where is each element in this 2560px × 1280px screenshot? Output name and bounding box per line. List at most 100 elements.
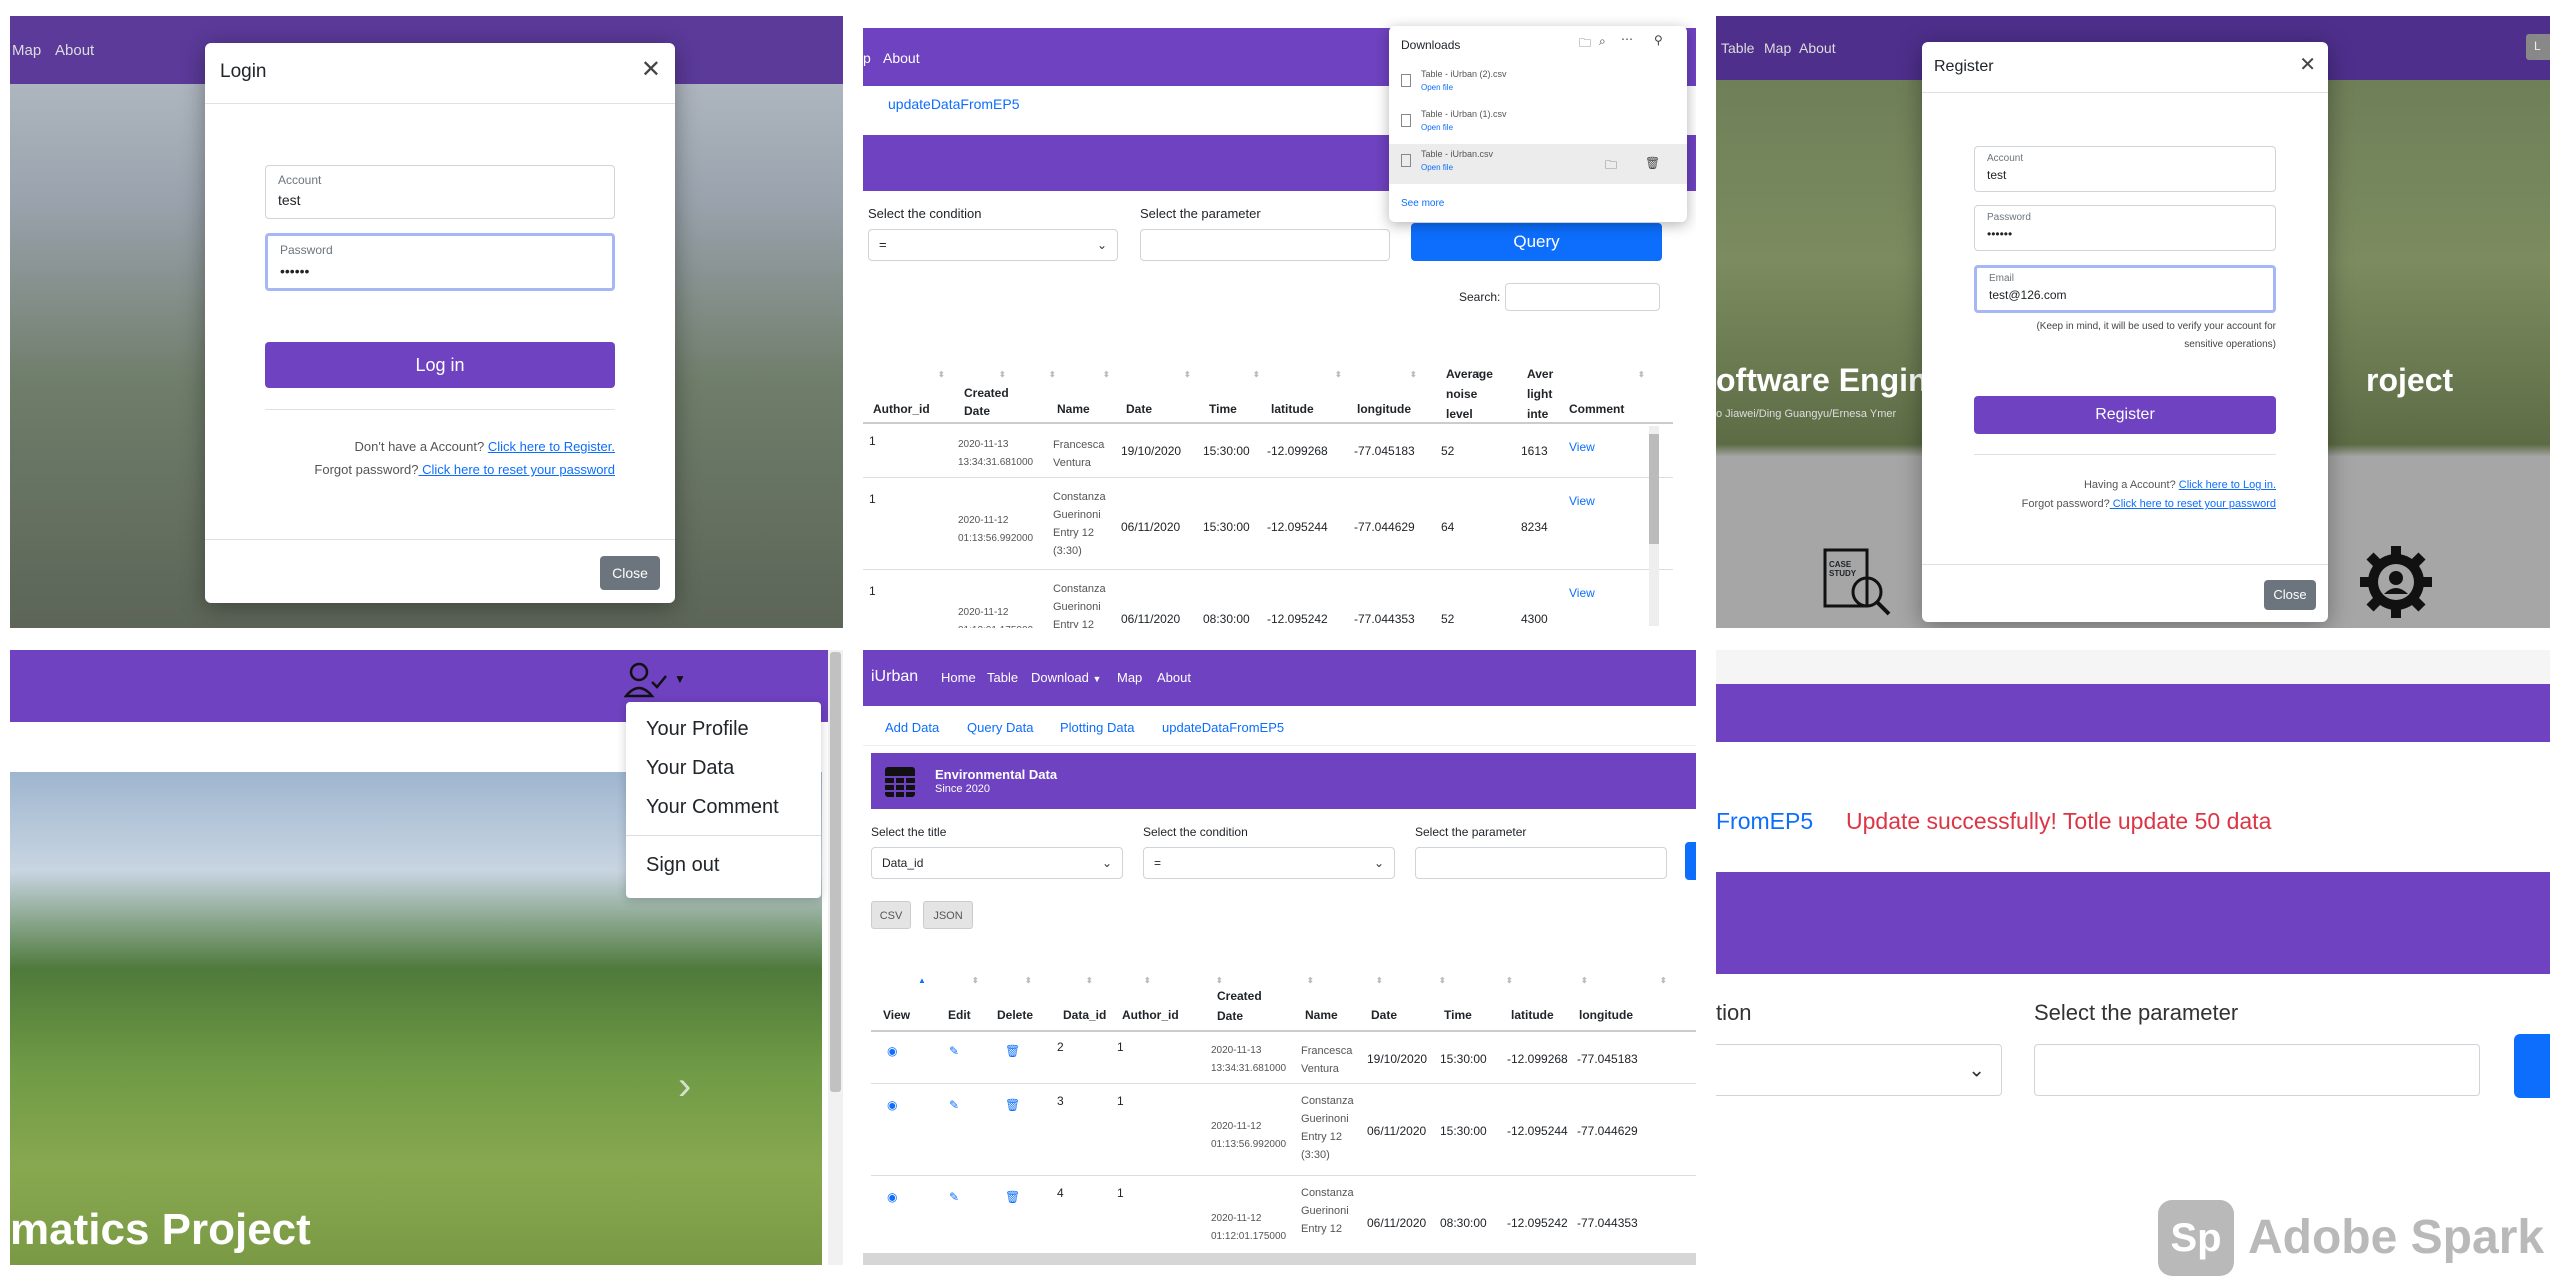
condition-select[interactable]: = ⌄ bbox=[1143, 847, 1395, 879]
col-time[interactable]: Time bbox=[1209, 402, 1237, 416]
password-field[interactable]: Password •••••• bbox=[1974, 205, 2276, 251]
view-link[interactable]: View bbox=[1569, 440, 1595, 454]
download-item[interactable]: Table - iUrban.csv Open file 🗀 🗑 bbox=[1389, 144, 1687, 184]
col-created[interactable]: Created Date bbox=[1217, 986, 1267, 1026]
menu-item-comment[interactable]: Your Comment bbox=[646, 796, 779, 819]
query-button-edge[interactable] bbox=[1685, 842, 1696, 880]
menu-item-data[interactable]: Your Data bbox=[646, 757, 734, 780]
update-link[interactable]: updateDataFromEP5 bbox=[888, 96, 1020, 112]
account-field[interactable]: Account test bbox=[1974, 146, 2276, 192]
eye-icon[interactable]: ◉ bbox=[887, 1098, 897, 1112]
user-menu-toggle[interactable]: ▼ bbox=[623, 660, 694, 700]
password-field[interactable]: Password •••••• bbox=[265, 233, 615, 291]
account-field[interactable]: Account test bbox=[265, 165, 615, 219]
col-lon[interactable]: longitude bbox=[1357, 402, 1411, 416]
reset-link[interactable]: Click here to reset your password bbox=[418, 462, 615, 477]
update-link[interactable]: FromEP5 bbox=[1716, 808, 1813, 835]
trash-icon[interactable]: 🗑 bbox=[1005, 1190, 1020, 1204]
menu-item-sign-out[interactable]: Sign out bbox=[646, 854, 719, 877]
close-button[interactable]: Close bbox=[2264, 580, 2316, 610]
col-time[interactable]: Time bbox=[1444, 1008, 1472, 1022]
parameter-input[interactable] bbox=[1140, 229, 1390, 261]
close-icon[interactable]: ✕ bbox=[641, 55, 661, 84]
eye-icon[interactable]: ◉ bbox=[887, 1044, 897, 1058]
download-item[interactable]: Table - iUrban (2).csv Open file bbox=[1389, 64, 1687, 104]
view-link[interactable]: View bbox=[1569, 586, 1595, 600]
nav-table[interactable]: Table bbox=[1721, 40, 1754, 56]
col-light[interactable]: Aver light inte bbox=[1527, 364, 1557, 424]
pencil-icon[interactable]: ✎ bbox=[949, 1044, 959, 1058]
nav-map[interactable]: Map bbox=[12, 42, 41, 59]
register-button[interactable]: Register bbox=[1974, 396, 2276, 434]
open-file-link[interactable]: Open file bbox=[1421, 123, 1453, 132]
nav-about[interactable]: About bbox=[55, 42, 94, 59]
pin-icon[interactable]: ⚲ bbox=[1654, 33, 1663, 47]
trash-icon[interactable]: 🗑 bbox=[1645, 156, 1660, 170]
nav-table[interactable]: Table bbox=[987, 670, 1018, 685]
query-button[interactable]: Query bbox=[1411, 223, 1662, 261]
col-data-id[interactable]: Data_id bbox=[1063, 1008, 1106, 1022]
search-input[interactable] bbox=[1505, 283, 1660, 311]
col-date[interactable]: Date bbox=[1126, 402, 1152, 416]
col-author[interactable]: Author_id bbox=[1122, 1008, 1179, 1022]
nav-map[interactable]: Map bbox=[1117, 670, 1142, 685]
open-file-link[interactable]: Open file bbox=[1421, 163, 1453, 172]
brand[interactable]: iUrban bbox=[871, 668, 918, 686]
nav-about[interactable]: About bbox=[883, 50, 920, 66]
nav-about[interactable]: About bbox=[1157, 670, 1191, 685]
login-button[interactable]: Log in bbox=[265, 342, 615, 388]
col-lat[interactable]: latitude bbox=[1271, 402, 1314, 416]
trash-icon[interactable]: 🗑 bbox=[1005, 1098, 1020, 1112]
col-author[interactable]: Author_id bbox=[873, 402, 930, 416]
col-lat[interactable]: latitude bbox=[1511, 1008, 1554, 1022]
login-link[interactable]: Click here to Log in. bbox=[2179, 479, 2276, 491]
parameter-input[interactable] bbox=[1415, 847, 1667, 879]
tab-add-data[interactable]: Add Data bbox=[885, 720, 939, 735]
nav-p[interactable]: p bbox=[863, 50, 871, 66]
tab-plotting-data[interactable]: Plotting Data bbox=[1060, 720, 1134, 735]
nav-home[interactable]: Home bbox=[941, 670, 976, 685]
view-link[interactable]: View bbox=[1569, 494, 1595, 508]
close-button[interactable]: Close bbox=[600, 556, 660, 590]
folder-icon[interactable]: 🗀 bbox=[1579, 34, 1591, 55]
download-item[interactable]: Table - iUrban (1).csv Open file bbox=[1389, 104, 1687, 144]
email-field[interactable]: Email test@126.com bbox=[1974, 265, 2276, 313]
more-icon[interactable]: ⋯ bbox=[1621, 32, 1633, 46]
folder-icon[interactable]: 🗀 bbox=[1605, 156, 1617, 177]
col-name[interactable]: Name bbox=[1057, 402, 1090, 416]
carousel-next-icon[interactable]: › bbox=[678, 1064, 691, 1109]
pencil-icon[interactable]: ✎ bbox=[949, 1098, 959, 1112]
nav-map[interactable]: Map bbox=[1764, 40, 1791, 56]
close-icon[interactable]: ✕ bbox=[2299, 52, 2316, 77]
horizontal-scrollbar[interactable] bbox=[863, 1253, 1696, 1265]
menu-item-profile[interactable]: Your Profile bbox=[646, 718, 749, 741]
condition-select[interactable]: = ⌄ bbox=[868, 229, 1118, 261]
col-noise[interactable]: Average noise level bbox=[1446, 364, 1501, 424]
json-button[interactable]: JSON bbox=[923, 901, 973, 929]
col-date[interactable]: Date bbox=[1371, 1008, 1397, 1022]
register-link[interactable]: Click here to Register. bbox=[488, 439, 615, 454]
col-delete[interactable]: Delete bbox=[997, 1008, 1033, 1022]
csv-button[interactable]: CSV bbox=[871, 901, 911, 929]
nav-download[interactable]: Download ▼ bbox=[1031, 670, 1101, 685]
scrollbar[interactable] bbox=[1649, 426, 1659, 626]
nav-about[interactable]: About bbox=[1799, 40, 1836, 56]
query-button-edge[interactable] bbox=[2514, 1034, 2550, 1098]
search-icon[interactable]: ⌕ bbox=[1599, 34, 1606, 49]
col-lon[interactable]: longitude bbox=[1579, 1008, 1633, 1022]
scrollbar[interactable] bbox=[828, 650, 843, 1265]
open-file-link[interactable]: Open file bbox=[1421, 83, 1453, 92]
reset-link[interactable]: Click here to reset your password bbox=[2110, 498, 2276, 510]
pencil-icon[interactable]: ✎ bbox=[949, 1190, 959, 1204]
see-more-link[interactable]: See more bbox=[1401, 198, 1444, 209]
col-edit[interactable]: Edit bbox=[948, 1008, 971, 1022]
nav-right-button[interactable]: L bbox=[2526, 34, 2550, 60]
col-created[interactable]: Created Date bbox=[964, 384, 1014, 420]
col-view[interactable]: View bbox=[883, 1008, 910, 1022]
condition-select[interactable]: ⌄ bbox=[1716, 1044, 2002, 1096]
col-name[interactable]: Name bbox=[1305, 1008, 1338, 1022]
tab-update[interactable]: updateDataFromEP5 bbox=[1162, 720, 1284, 735]
tab-query-data[interactable]: Query Data bbox=[967, 720, 1033, 735]
title-select[interactable]: Data_id ⌄ bbox=[871, 847, 1123, 879]
parameter-input[interactable] bbox=[2034, 1044, 2480, 1096]
